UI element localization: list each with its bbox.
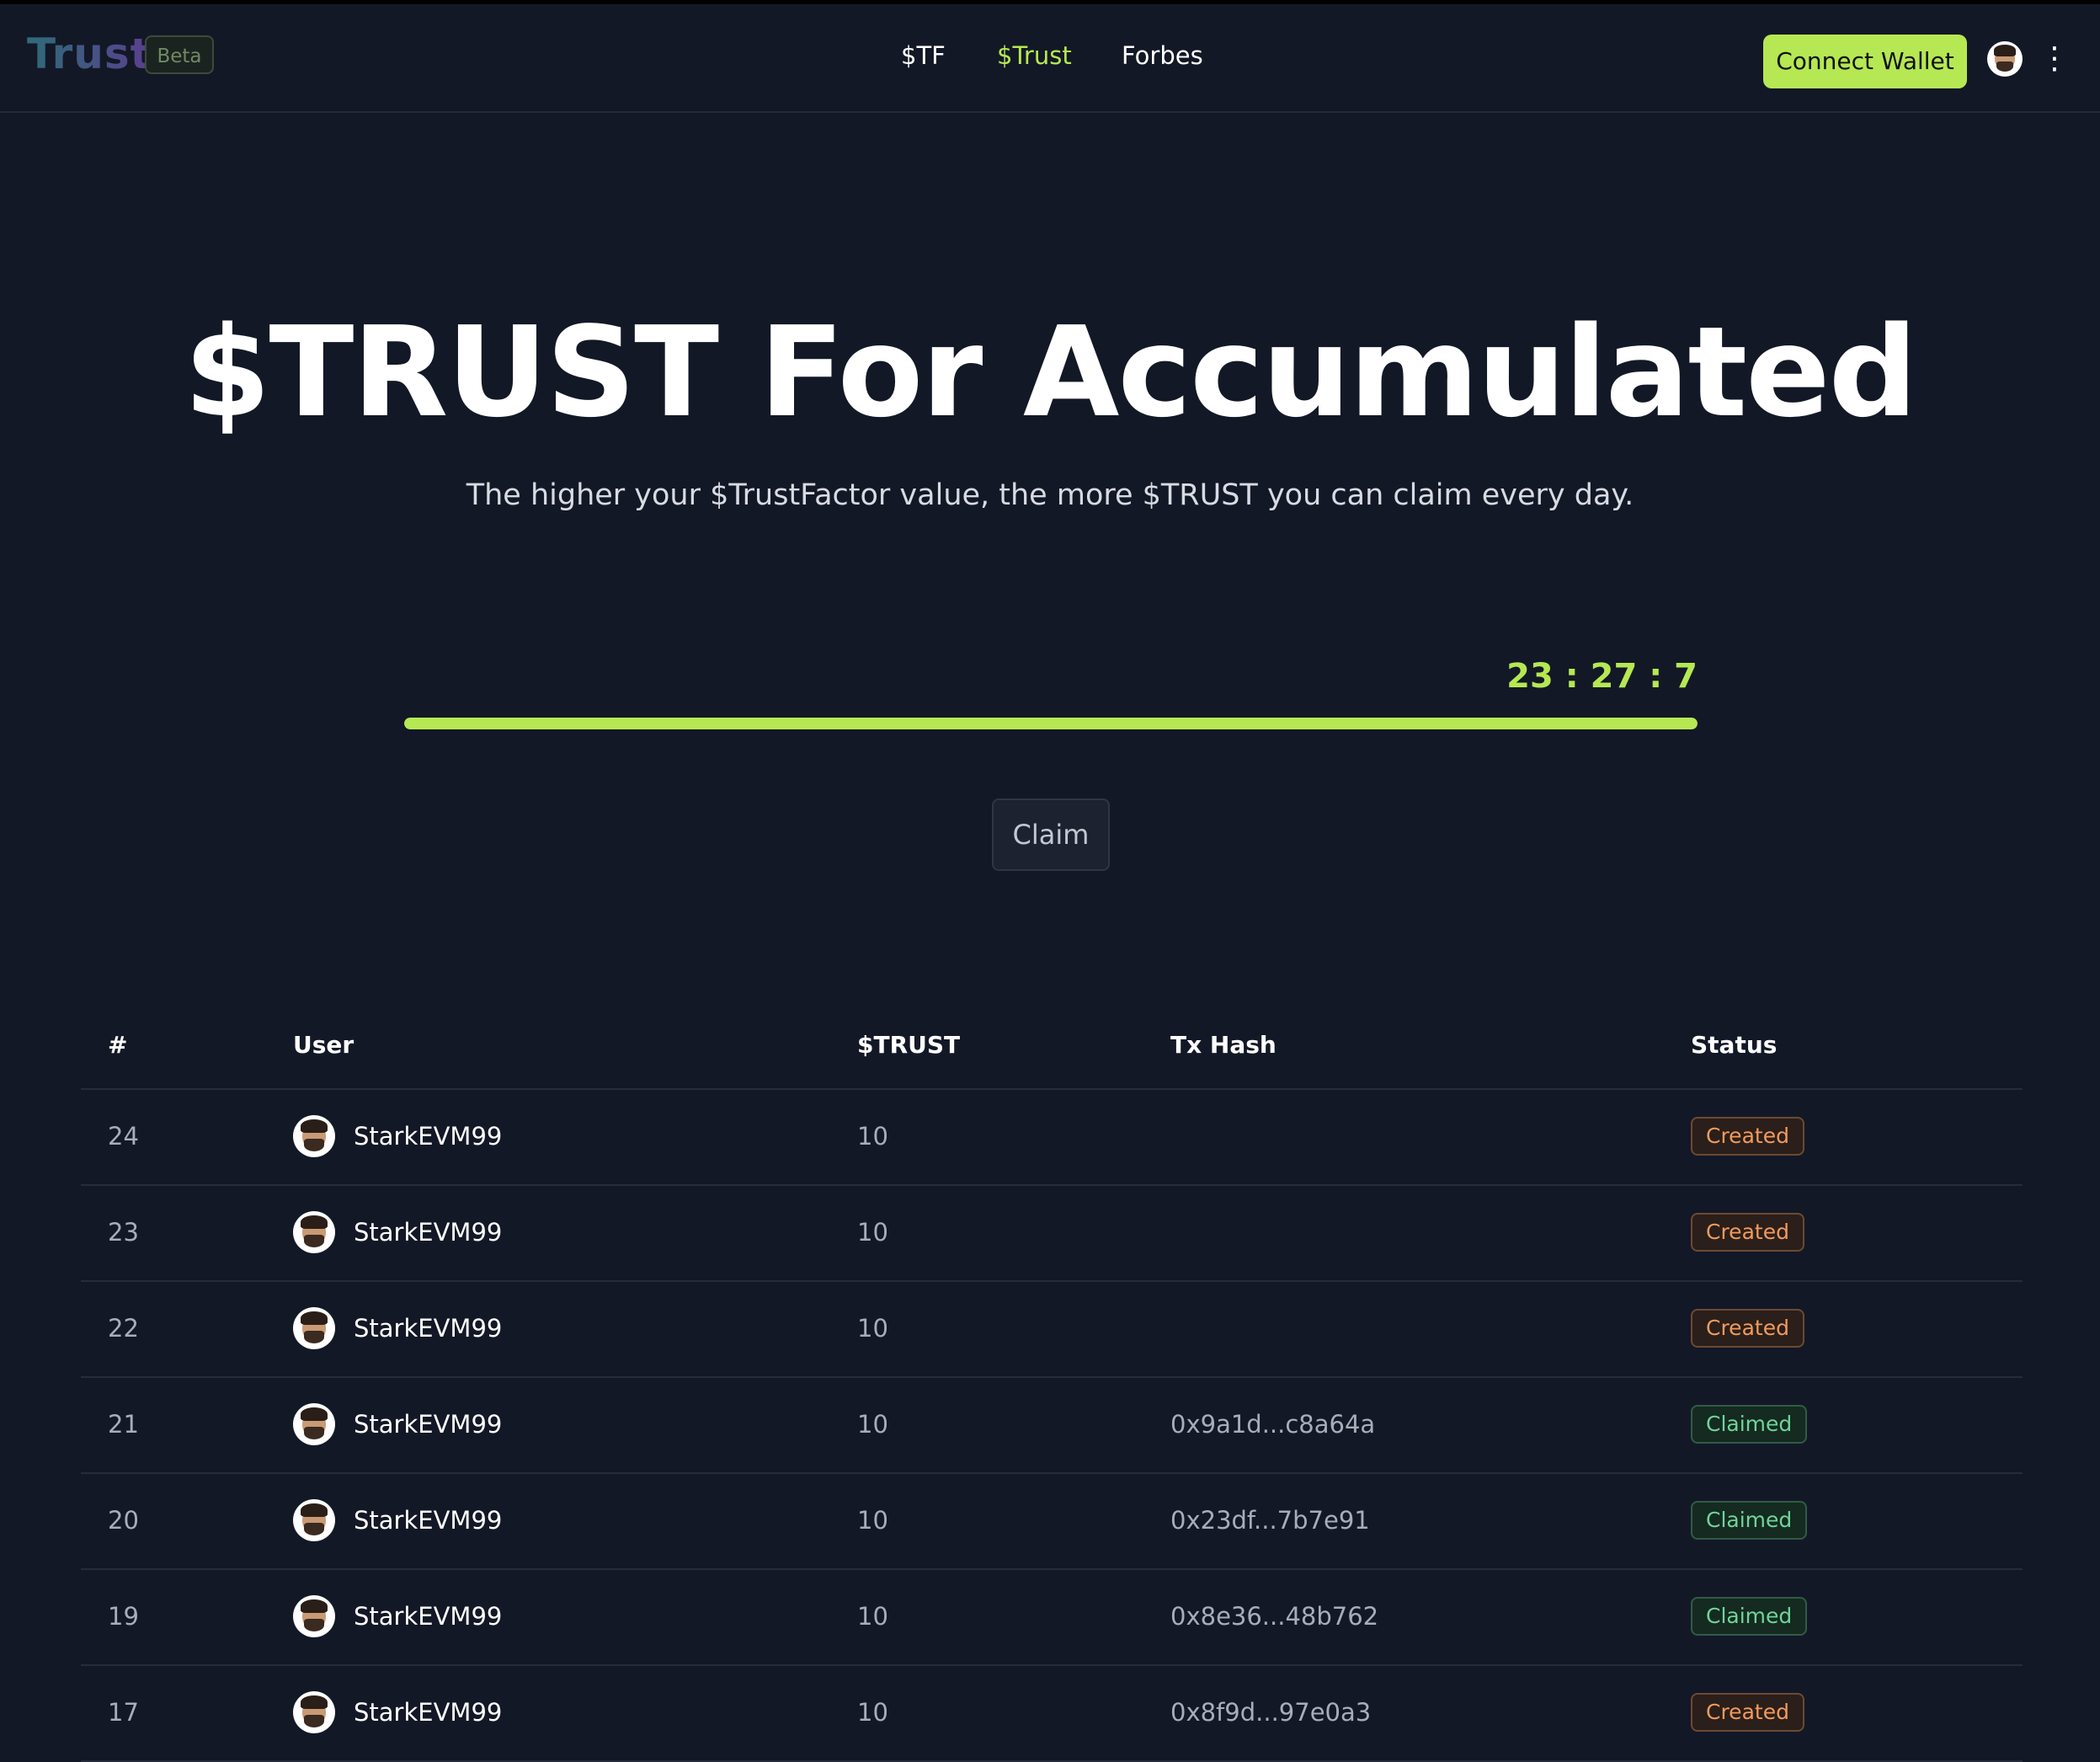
logo[interactable]: Trust: [27, 29, 152, 78]
user-avatar: [293, 1115, 335, 1157]
status-badge: Claimed: [1691, 1501, 1808, 1540]
top-navbar: Trust Beta $TF $Trust Forbes Connect Wal…: [0, 4, 2100, 113]
table-row[interactable]: 24 StarkEVM99 10 Created: [81, 1090, 2023, 1186]
row-trust-amount: 10: [857, 1410, 888, 1439]
table-body: 24 StarkEVM99 10 Created 23 StarkEVM99 10 Creat…: [81, 1090, 2023, 1762]
row-trust-amount: 10: [857, 1218, 888, 1247]
table-row[interactable]: 17 StarkEVM99 10 0x8f9d...97e0a3 Created: [81, 1666, 2023, 1762]
row-tx-hash[interactable]: 0x8e36...48b762: [1170, 1602, 1378, 1631]
row-number: 24: [108, 1122, 139, 1151]
user-avatar: [293, 1307, 335, 1349]
table-row[interactable]: 22 StarkEVM99 10 Created: [81, 1282, 2023, 1378]
table-header: # User $TRUST Tx Hash Status: [81, 1007, 2023, 1090]
row-trust-amount: 10: [857, 1602, 888, 1631]
username: StarkEVM99: [354, 1314, 503, 1343]
username: StarkEVM99: [354, 1506, 503, 1535]
claim-button[interactable]: Claim: [992, 798, 1110, 871]
connect-wallet-button[interactable]: Connect Wallet: [1763, 35, 1967, 88]
row-number: 19: [108, 1602, 139, 1631]
row-tx-hash[interactable]: 0x23df...7b7e91: [1170, 1506, 1370, 1535]
row-status: Created: [1691, 1693, 1804, 1732]
row-status: Claimed: [1691, 1597, 1808, 1636]
row-status: Created: [1691, 1213, 1804, 1252]
table-row[interactable]: 19 StarkEVM99 10 0x8e36...48b762 Claimed: [81, 1570, 2023, 1666]
nav-link-tf[interactable]: $TF: [901, 41, 946, 70]
table-row[interactable]: 20 StarkEVM99 10 0x23df...7b7e91 Claimed: [81, 1474, 2023, 1570]
column-header-num: #: [108, 1031, 128, 1059]
row-number: 17: [108, 1698, 139, 1727]
row-trust-amount: 10: [857, 1698, 888, 1727]
row-number: 20: [108, 1506, 139, 1535]
row-trust-amount: 10: [857, 1122, 888, 1151]
nav-link-trust[interactable]: $Trust: [997, 41, 1072, 70]
user-avatar: [293, 1691, 335, 1733]
user-avatar: [293, 1595, 335, 1637]
username: StarkEVM99: [354, 1122, 503, 1151]
claims-table: # User $TRUST Tx Hash Status 24 StarkEVM9…: [81, 1007, 2023, 1762]
user-avatar: [293, 1499, 335, 1541]
page-subtitle: The higher your $TrustFactor value, the …: [466, 478, 1634, 512]
row-tx-hash[interactable]: 0x8f9d...97e0a3: [1170, 1698, 1371, 1727]
row-number: 22: [108, 1314, 139, 1343]
status-badge: Claimed: [1691, 1597, 1808, 1636]
row-trust-amount: 10: [857, 1314, 888, 1343]
username: StarkEVM99: [354, 1602, 503, 1631]
row-status: Claimed: [1691, 1405, 1808, 1444]
column-header-tx-hash: Tx Hash: [1170, 1031, 1277, 1059]
table-row[interactable]: 23 StarkEVM99 10 Created: [81, 1186, 2023, 1282]
kebab-icon[interactable]: ⋮: [2039, 38, 2070, 80]
countdown-timer: 23 : 27 : 7: [1506, 657, 1698, 696]
status-badge: Claimed: [1691, 1405, 1808, 1444]
beta-badge: Beta: [145, 35, 214, 74]
page-title: $TRUST For Accumulated: [184, 300, 1917, 445]
row-trust-amount: 10: [857, 1506, 888, 1535]
progress-fill: [404, 718, 1698, 729]
status-badge: Created: [1691, 1309, 1804, 1348]
claim-progress-bar: [404, 718, 1698, 729]
table-row[interactable]: 21 StarkEVM99 10 0x9a1d...c8a64a Claimed: [81, 1378, 2023, 1474]
row-number: 23: [108, 1218, 139, 1247]
username: StarkEVM99: [354, 1410, 503, 1439]
status-badge: Created: [1691, 1213, 1804, 1252]
column-header-user: User: [293, 1031, 354, 1059]
column-header-trust: $TRUST: [857, 1031, 961, 1059]
row-tx-hash[interactable]: 0x9a1d...c8a64a: [1170, 1410, 1375, 1439]
row-status: Created: [1691, 1117, 1804, 1156]
row-status: Created: [1691, 1309, 1804, 1348]
user-avatar: [293, 1211, 335, 1253]
user-avatar: [293, 1403, 335, 1445]
username: StarkEVM99: [354, 1218, 503, 1247]
nav-link-forbes[interactable]: Forbes: [1122, 41, 1203, 70]
user-avatar[interactable]: [1987, 41, 2023, 77]
username: StarkEVM99: [354, 1698, 503, 1727]
status-badge: Created: [1691, 1117, 1804, 1156]
status-badge: Created: [1691, 1693, 1804, 1732]
row-number: 21: [108, 1410, 139, 1439]
column-header-status: Status: [1691, 1031, 1778, 1059]
row-status: Claimed: [1691, 1501, 1808, 1540]
